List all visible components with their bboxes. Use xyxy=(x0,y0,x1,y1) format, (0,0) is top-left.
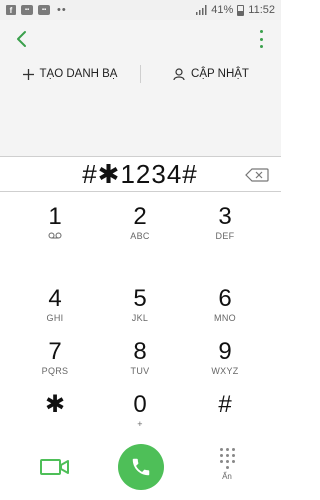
key-letters: WXYZ xyxy=(211,366,239,376)
key-digit: 5 xyxy=(133,285,147,312)
back-button[interactable] xyxy=(12,28,32,50)
create-contact-label: TẠO DANH BẠ xyxy=(39,68,118,80)
key-letters: MNO xyxy=(214,313,236,323)
hide-label: Ẩn xyxy=(222,472,232,481)
backspace-icon xyxy=(245,168,269,182)
voicemail-icon xyxy=(48,232,62,239)
phone-icon xyxy=(132,458,150,476)
status-bar: f ▪▪ ▪▪ •• 41% 11:52 xyxy=(0,0,281,20)
key-letters: DEF xyxy=(215,231,235,241)
key-8[interactable]: 8 TUV xyxy=(100,331,180,387)
key-letters: GHI xyxy=(46,313,64,323)
person-icon xyxy=(173,68,185,80)
update-contact-button[interactable]: CẬP NHẬT xyxy=(141,58,281,90)
create-contact-button[interactable]: TẠO DANH BẠ xyxy=(0,58,140,90)
key-letters: TUV xyxy=(130,366,150,376)
key-digit: 4 xyxy=(48,285,62,312)
top-bar xyxy=(0,20,281,58)
actions-row: TẠO DANH BẠ CẬP NHẬT xyxy=(0,58,281,90)
key-digit: 3 xyxy=(218,203,232,230)
key-digit: 9 xyxy=(218,338,232,365)
key-digit: 0 xyxy=(133,391,147,418)
backspace-button[interactable] xyxy=(245,168,269,182)
signal-icon xyxy=(196,5,207,15)
key-digit: 2 xyxy=(133,203,147,230)
key-7[interactable]: 7 PQRS xyxy=(15,331,95,387)
key-digit: 7 xyxy=(48,338,62,365)
key-digit: 6 xyxy=(218,285,232,312)
update-label: CẬP NHẬT xyxy=(191,68,249,80)
key-letters: JKL xyxy=(131,313,149,323)
key-digit: # xyxy=(218,391,232,418)
plus-icon xyxy=(22,68,34,80)
key-digit: 8 xyxy=(133,338,147,365)
key-0[interactable]: 0 + xyxy=(100,384,180,440)
battery-percent: 41% xyxy=(211,4,234,16)
key-digit: ✱ xyxy=(44,391,66,418)
dial-keypad: 1 2 ABC 3 DEF 4 GHI 5 JKL 6 MNO 7 PQRS 8… xyxy=(0,196,281,436)
notification-icons: f ▪▪ ▪▪ •• xyxy=(6,4,67,16)
key-letters: ABC xyxy=(130,231,150,241)
clock: 11:52 xyxy=(248,4,275,16)
number-field[interactable]: #✱1234# xyxy=(0,156,281,192)
more-options-button[interactable] xyxy=(257,30,265,48)
video-camera-icon xyxy=(40,459,69,475)
key-1[interactable]: 1 xyxy=(15,196,95,252)
video-call-button[interactable] xyxy=(40,456,70,478)
key-4[interactable]: 4 GHI xyxy=(15,278,95,334)
dialpad-icon xyxy=(219,448,235,469)
key-2[interactable]: 2 ABC xyxy=(100,196,180,252)
contact-suggestions-area xyxy=(0,90,281,156)
key-digit: 1 xyxy=(48,203,62,230)
app-notification-icon: ▪▪ xyxy=(21,5,33,15)
more-vertical-icon xyxy=(259,30,263,33)
key-letters: PQRS xyxy=(41,366,69,376)
dialed-number: #✱1234# xyxy=(82,159,198,189)
key-3[interactable]: 3 DEF xyxy=(185,196,265,252)
key-hash[interactable]: # xyxy=(185,384,265,440)
key-6[interactable]: 6 MNO xyxy=(185,278,265,334)
more-notifications-icon: •• xyxy=(57,4,67,16)
hide-keypad-button[interactable]: Ẩn xyxy=(212,448,242,494)
call-actions: Ẩn xyxy=(0,436,281,500)
key-5[interactable]: 5 JKL xyxy=(100,278,180,334)
chevron-left-icon xyxy=(17,31,26,47)
battery-icon xyxy=(237,4,245,16)
facebook-icon: f xyxy=(6,5,16,15)
app-notification-icon: ▪▪ xyxy=(38,5,50,15)
key-star[interactable]: ✱ xyxy=(15,384,95,440)
call-button[interactable] xyxy=(118,444,164,490)
key-9[interactable]: 9 WXYZ xyxy=(185,331,265,387)
key-letters: + xyxy=(137,419,143,429)
